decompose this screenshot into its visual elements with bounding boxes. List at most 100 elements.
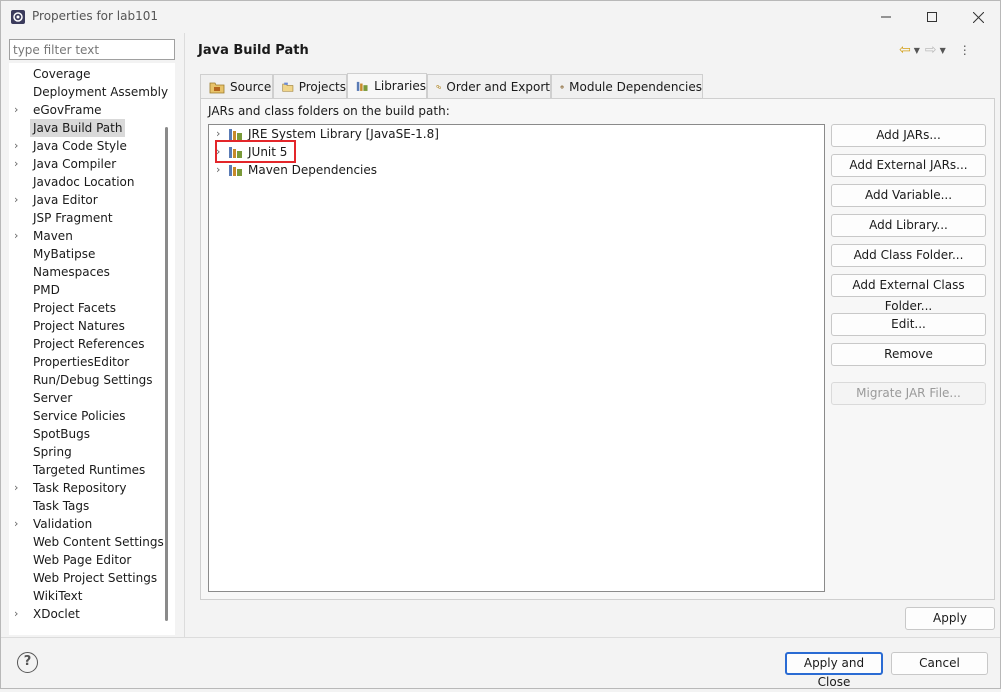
chevron-right-icon[interactable]: › [14,101,24,119]
sidebar-item[interactable]: › Maven [9,227,164,245]
sidebar-item[interactable]: PMD [9,281,164,299]
sidebar-item[interactable]: Web Content Settings [9,533,164,551]
tab-order-and-export[interactable]: Order and Export [427,74,551,98]
sidebar-item[interactable]: › Java Compiler [9,155,164,173]
add-variable-button[interactable]: Add Variable... [831,184,986,207]
tree-scrollbar[interactable] [165,127,168,621]
order-export-icon [436,84,441,89]
help-icon[interactable]: ? [17,652,38,673]
sidebar-item[interactable]: WikiText [9,587,164,605]
sidebar-item[interactable]: Web Page Editor [9,551,164,569]
sidebar-item-label: Project Natures [33,319,125,333]
module-icon: M [560,84,564,88]
sidebar-item-label: Java Editor [33,193,98,207]
sidebar-item[interactable]: › Java Editor [9,191,164,209]
sidebar-item[interactable]: Server [9,389,164,407]
sidebar-item[interactable]: Namespaces [9,263,164,281]
sidebar-item-label: SpotBugs [33,427,90,441]
tab-module-dependencies[interactable]: M Module Dependencies [551,74,703,98]
sidebar-item[interactable]: SpotBugs [9,425,164,443]
remove-button[interactable]: Remove [831,343,986,366]
sidebar-item[interactable]: Project Facets [9,299,164,317]
title-bar: Properties for lab101 [1,1,1000,33]
sidebar-item-label: Project References [33,337,145,351]
chevron-right-icon[interactable]: › [14,227,24,245]
sidebar-item[interactable]: Task Tags [9,497,164,515]
apply-and-close-button[interactable]: Apply and Close [785,652,883,689]
chevron-right-icon[interactable]: › [14,479,24,497]
add-class-folder-button[interactable]: Add Class Folder... [831,244,986,267]
sidebar-item[interactable]: MyBatipse [9,245,164,263]
chevron-right-icon[interactable]: › [14,515,24,533]
sidebar-item[interactable]: Javadoc Location [9,173,164,191]
sidebar-item[interactable]: JSP Fragment [9,209,164,227]
add-jars-button[interactable]: Add JARs... [831,124,986,147]
sidebar-item-label: Javadoc Location [33,175,135,189]
tab-projects[interactable]: Projects [273,74,347,98]
forward-arrow-icon[interactable]: ⇨ [925,42,937,58]
chevron-right-icon[interactable]: › [14,191,24,209]
chevron-right-icon[interactable]: › [216,161,220,179]
back-arrow-icon[interactable]: ⇦ [899,42,911,58]
tab-module-label: Module Dependencies [569,79,702,94]
chevron-right-icon[interactable]: › [14,137,24,155]
sidebar-item[interactable]: Coverage [9,65,164,83]
minimize-icon [881,16,891,18]
sidebar-item[interactable]: › Task Repository [9,479,164,497]
sidebar-item[interactable]: › XDoclet [9,605,164,623]
eclipse-properties-icon [11,10,25,24]
sidebar-item[interactable]: Web Project Settings [9,569,164,587]
add-library-button[interactable]: Add Library... [831,214,986,237]
window-title: Properties for lab101 [32,9,158,23]
tab-source-label: Source [230,79,272,94]
sidebar-item[interactable]: › Java Code Style [9,137,164,155]
sidebar-item-label: Spring [33,445,72,459]
sash-divider[interactable] [184,33,185,637]
back-dropdown-icon[interactable]: ▼ [914,46,920,55]
sidebar-item-label: Java Compiler [33,157,117,171]
sidebar-item-label: Java Build Path [30,119,126,137]
close-button[interactable] [955,1,1001,33]
add-external-jars-button[interactable]: Add External JARs... [831,154,986,177]
edit-button[interactable]: Edit... [831,313,986,336]
migrate-jar-button[interactable]: Migrate JAR File... [831,382,986,405]
sidebar-item-label: PMD [33,283,60,297]
chevron-right-icon[interactable]: › [14,605,24,623]
tab-libraries[interactable]: Libraries [347,73,427,98]
sidebar-item-label: Task Tags [33,499,90,513]
sidebar-item[interactable]: Java Build Path [9,119,164,137]
sidebar-item[interactable]: Service Policies [9,407,164,425]
sidebar-item[interactable]: Project Natures [9,317,164,335]
tab-source[interactable]: Source [200,74,273,98]
library-jar-icon [229,129,242,140]
sidebar-item[interactable]: PropertiesEditor [9,353,164,371]
sidebar-item[interactable]: Targeted Runtimes [9,461,164,479]
sidebar-item-label: Web Page Editor [33,553,132,567]
footer-separator [1,637,1000,638]
tab-order-export-label: Order and Export [446,79,550,94]
sidebar-item-label: Targeted Runtimes [33,463,146,477]
sidebar-item[interactable]: › Validation [9,515,164,533]
more-menu-icon[interactable]: ⋮ [959,43,971,57]
filter-input[interactable] [9,39,175,60]
sidebar-item[interactable]: Spring [9,443,164,461]
build-path-tree[interactable]: › JRE System Library [JavaSE-1.8] › JUni… [208,124,825,592]
add-external-class-folder-button[interactable]: Add External Class Folder... [831,274,986,313]
sidebar-item[interactable]: Project References [9,335,164,353]
sidebar-item-label: MyBatipse [33,247,96,261]
maximize-button[interactable] [909,1,955,33]
sidebar-item[interactable]: › eGovFrame [9,101,164,119]
source-folder-icon [209,82,225,93]
forward-dropdown-icon[interactable]: ▼ [940,46,946,55]
sidebar-item-label: Service Policies [33,409,126,423]
minimize-button[interactable] [863,1,909,33]
cancel-button[interactable]: Cancel [891,652,988,675]
apply-button[interactable]: Apply [905,607,995,630]
projects-icon [282,82,294,92]
chevron-right-icon[interactable]: › [14,155,24,173]
sidebar-item-label: XDoclet [33,607,80,621]
libraries-icon [356,81,368,91]
sidebar-item[interactable]: Run/Debug Settings [9,371,164,389]
sidebar-item-label: Deployment Assembly [33,85,169,99]
sidebar-item[interactable]: Deployment Assembly [9,83,168,101]
